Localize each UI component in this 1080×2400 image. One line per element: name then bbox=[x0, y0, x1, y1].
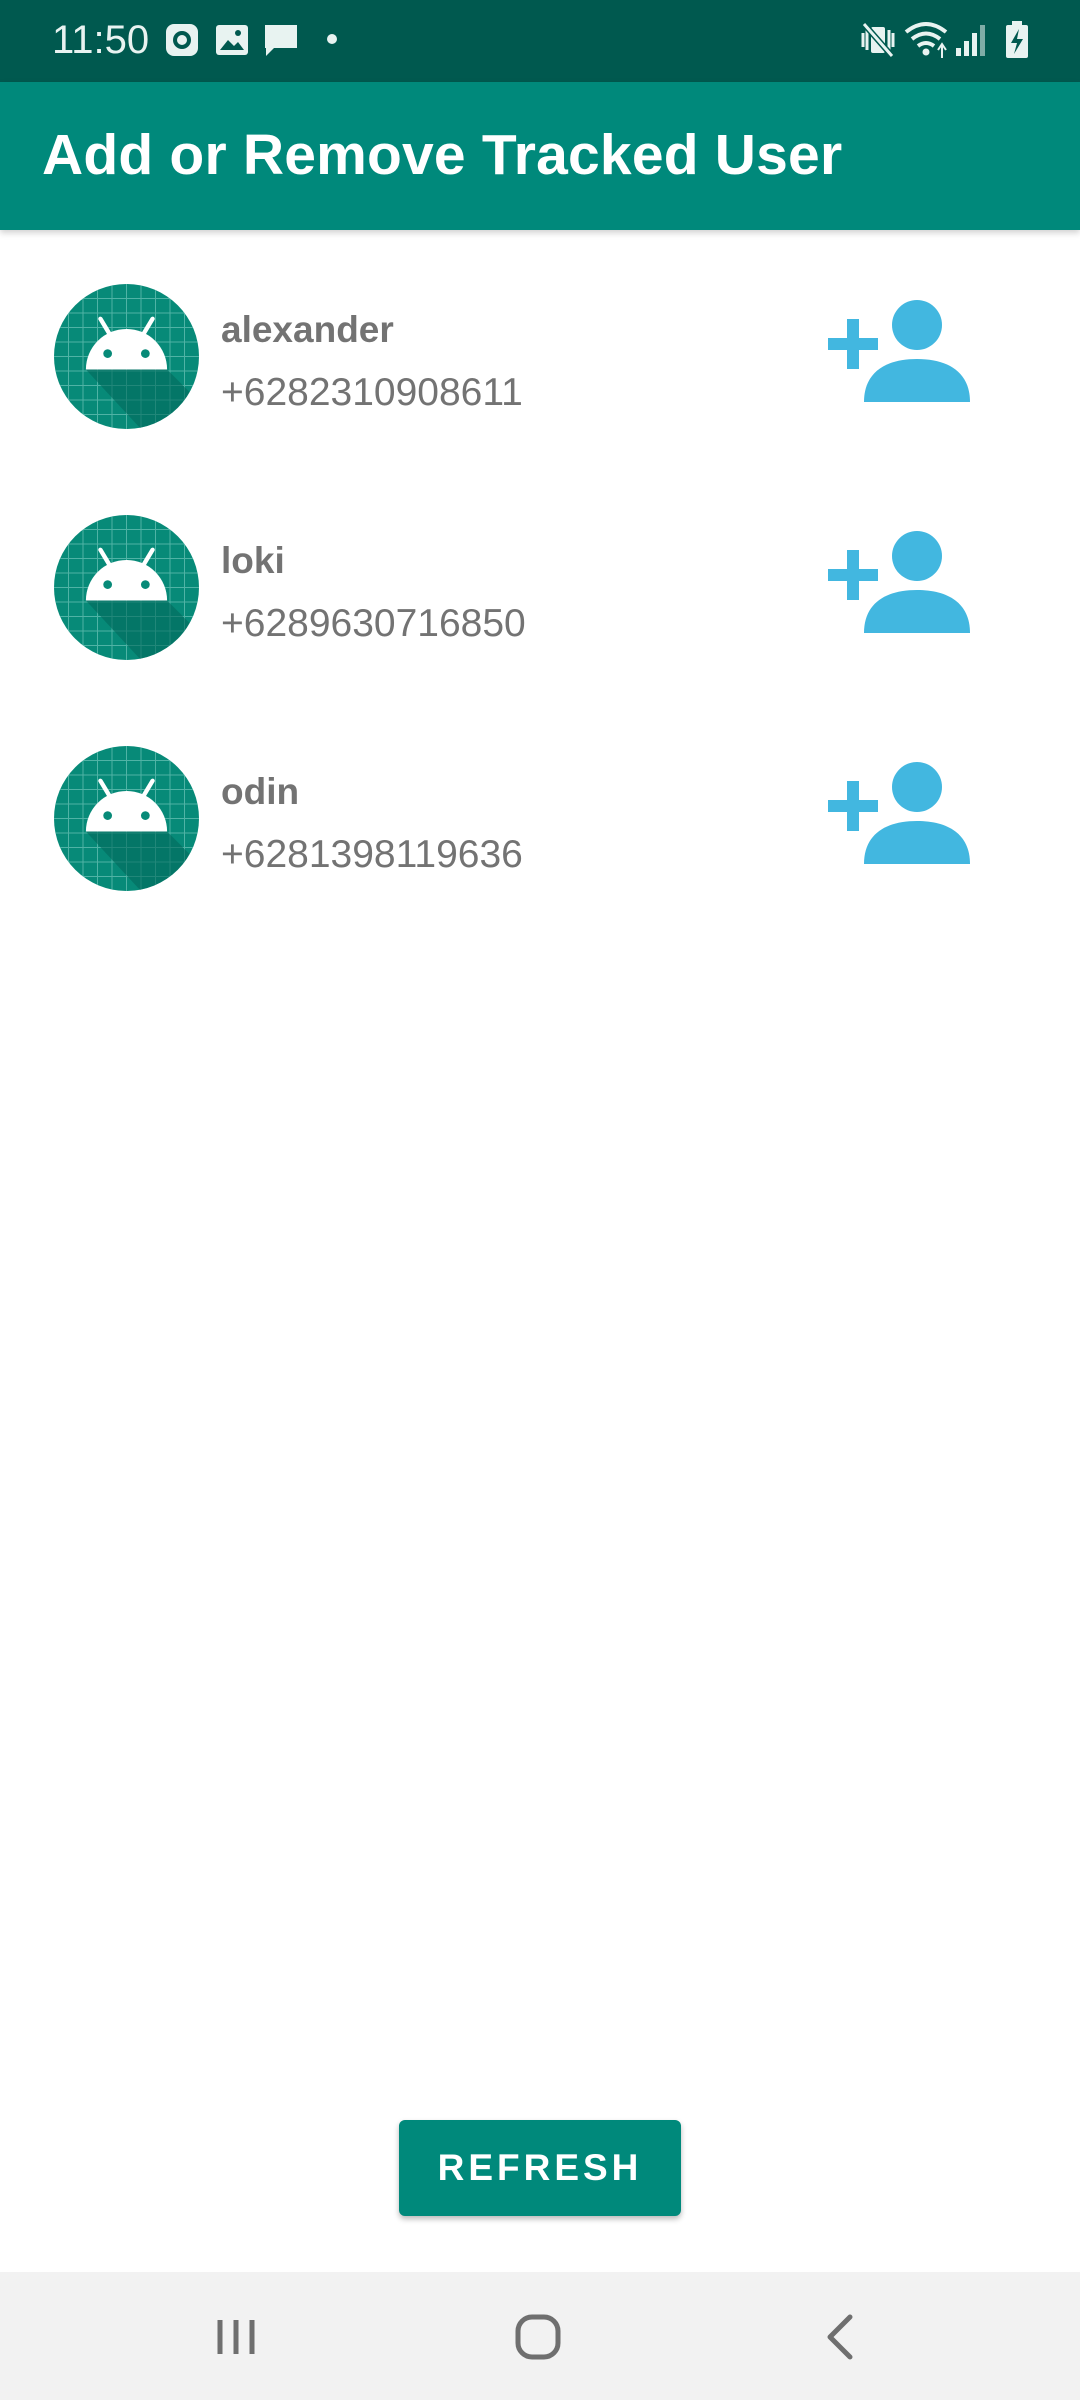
android-avatar-icon bbox=[54, 515, 199, 660]
navigation-bar bbox=[0, 2272, 1080, 2400]
user-phone: +6281398119636 bbox=[221, 833, 523, 876]
android-avatar-icon bbox=[54, 284, 199, 429]
app-bar: Add or Remove Tracked User bbox=[0, 82, 1080, 230]
message-icon bbox=[265, 25, 297, 56]
add-user-icon[interactable] bbox=[824, 529, 970, 639]
status-time: 11:50 bbox=[52, 18, 150, 62]
refresh-button[interactable]: REFRESH bbox=[399, 2120, 681, 2216]
status-bar: 11:50 bbox=[0, 0, 1080, 82]
user-list: alexander +6282310908611 loki +628963071 bbox=[0, 230, 1080, 923]
add-user-icon[interactable] bbox=[824, 760, 970, 870]
home-icon[interactable] bbox=[498, 2302, 578, 2372]
recent-apps-icon[interactable] bbox=[196, 2302, 276, 2372]
user-name: alexander bbox=[221, 309, 394, 350]
screen-record-icon bbox=[166, 24, 198, 56]
user-phone: +6282310908611 bbox=[221, 371, 523, 414]
mute-vibrate-icon bbox=[861, 22, 895, 58]
android-avatar-icon bbox=[54, 746, 199, 891]
refresh-button-label: REFRESH bbox=[437, 2147, 643, 2188]
user-name: loki bbox=[221, 540, 285, 581]
user-name: odin bbox=[221, 771, 300, 812]
signal-icon bbox=[956, 25, 985, 56]
list-item: loki +6289630716850 bbox=[0, 461, 1080, 692]
dot-icon bbox=[327, 34, 337, 44]
wifi-icon bbox=[904, 22, 948, 58]
list-item: alexander +6282310908611 bbox=[0, 230, 1080, 461]
page-title: Add or Remove Tracked User bbox=[42, 123, 843, 187]
add-user-icon[interactable] bbox=[824, 298, 970, 408]
list-item: odin +6281398119636 bbox=[0, 692, 1080, 923]
back-icon[interactable] bbox=[800, 2302, 880, 2372]
battery-charging-icon bbox=[1006, 21, 1028, 58]
user-phone: +6289630716850 bbox=[221, 602, 526, 645]
image-icon bbox=[216, 25, 248, 55]
